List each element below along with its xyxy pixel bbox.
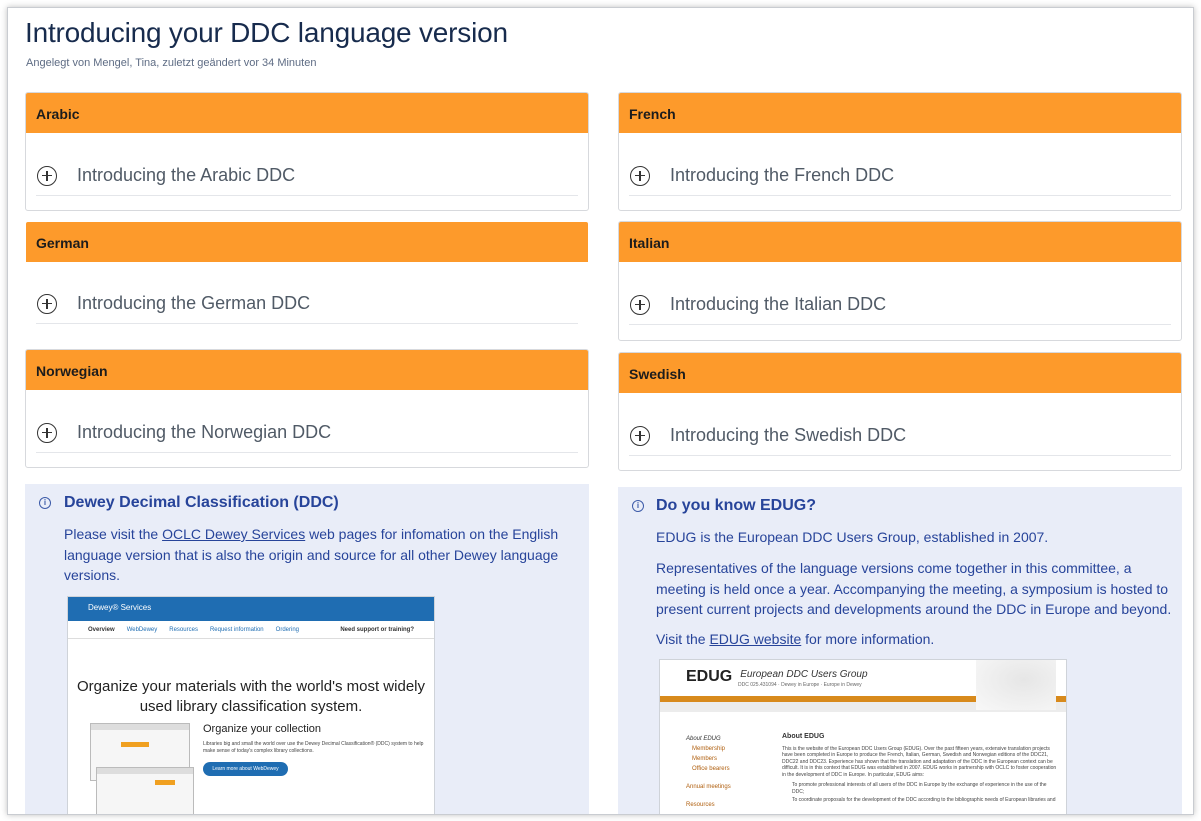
oclc-dewey-link[interactable]: OCLC Dewey Services	[162, 526, 305, 542]
plus-circle-icon	[630, 294, 650, 315]
expand-norwegian[interactable]: Introducing the Norwegian DDC	[36, 413, 578, 453]
expand-italian[interactable]: Introducing the Italian DDC	[629, 285, 1171, 325]
expand-french[interactable]: Introducing the French DDC	[629, 156, 1171, 196]
plus-circle-icon	[37, 165, 57, 186]
oclc-nav-item: Ordering	[275, 626, 299, 633]
page-byline: Angelegt von Mengel, Tina, zuletzt geänd…	[26, 57, 317, 69]
oclc-para: Libraries big and small the world over u…	[203, 741, 424, 754]
oclc-nav-item: WebDewey	[126, 626, 158, 633]
expand-arabic[interactable]: Introducing the Arabic DDC	[36, 156, 578, 196]
plus-circle-icon	[37, 422, 57, 443]
edug-nav-heading: About EDUG	[686, 736, 721, 742]
edug-tag: DDC 025.431094 · Dewey in Europe · Europ…	[738, 682, 862, 688]
info-title: Dewey Decimal Classification (DDC)	[64, 494, 339, 511]
oclc-subhead: Organize your collection	[203, 723, 322, 735]
info-panel-ddc: i Dewey Decimal Classification (DDC) Ple…	[25, 484, 589, 814]
edug-website-link[interactable]: EDUG website	[709, 631, 801, 647]
edug-nav-item: Members	[692, 756, 718, 762]
panel-arabic: Arabic Introducing the Arabic DDC	[25, 92, 589, 211]
info-text: Please visit the OCLC Dewey Services web…	[64, 524, 569, 586]
edug-left-nav: About EDUG Membership Members Office bea…	[686, 734, 731, 810]
edug-p1: EDUG is the European DDC Users Group, es…	[656, 529, 1049, 545]
info-icon: i	[39, 497, 51, 509]
expand-label: Introducing the Arabic DDC	[77, 165, 296, 185]
expand-german[interactable]: Introducing the German DDC	[36, 284, 578, 324]
info-text-part: for more information.	[801, 631, 935, 647]
edug-nav-item: Annual meetings	[686, 784, 731, 790]
edug-main-bullet: To promote professional interests of all…	[792, 782, 1047, 795]
panel-heading: French	[619, 93, 1181, 133]
oclc-nav: Overview WebDewey Resources Request info…	[68, 621, 434, 639]
panel-heading: Italian	[619, 222, 1181, 262]
expand-label: Introducing the French DDC	[670, 165, 895, 185]
expand-label: Introducing the German DDC	[77, 293, 311, 313]
edug-main-heading: About EDUG	[782, 733, 825, 740]
edug-header: EDUG European DDC Users Group DDC 025.43…	[660, 660, 1066, 710]
plus-circle-icon	[630, 165, 650, 186]
panel-heading: German	[26, 222, 588, 262]
info-text-part: Please visit the	[64, 526, 163, 542]
oclc-screenshot[interactable]: Dewey® Services Overview WebDewey Resour…	[67, 596, 435, 814]
edug-name: European DDC Users Group	[740, 669, 868, 680]
page-title: Introducing your DDC language version	[25, 17, 508, 48]
panel-german: German Introducing the German DDC	[25, 221, 589, 338]
panel-heading: Arabic	[26, 93, 588, 133]
info-panel-edug: i Do you know EDUG? EDUG is the European…	[618, 487, 1182, 814]
panel-heading: Swedish	[619, 353, 1181, 393]
panel-swedish: Swedish Introducing the Swedish DDC	[618, 352, 1182, 471]
edug-main-text: This is the website of the European DDC …	[782, 745, 1057, 778]
edug-nav-item: Resources	[686, 802, 715, 808]
europe-map-image	[976, 660, 1056, 710]
oclc-nav-item: Overview	[88, 626, 115, 633]
oclc-hero-line: used library classification system.	[139, 698, 363, 715]
oclc-brand: Dewey® Services	[68, 597, 434, 621]
panel-heading: Norwegian	[26, 350, 588, 390]
expand-swedish[interactable]: Introducing the Swedish DDC	[629, 416, 1171, 456]
oclc-nav-item: Resources	[169, 626, 198, 633]
panel-french: French Introducing the French DDC	[618, 92, 1182, 211]
edug-main: About EDUG This is the website of the Eu…	[782, 733, 1060, 804]
panel-norwegian: Norwegian Introducing the Norwegian DDC	[25, 349, 589, 468]
panel-italian: Italian Introducing the Italian DDC	[618, 221, 1182, 341]
oclc-nav-support: Need support or training?	[340, 626, 414, 633]
oclc-nav-item: Request information	[209, 626, 264, 633]
expand-label: Introducing the Norwegian DDC	[77, 422, 332, 442]
edug-logo: EDUG	[686, 668, 733, 685]
edug-p2: Representatives of the language versions…	[656, 560, 1172, 617]
plus-circle-icon	[37, 293, 57, 314]
edug-nav-item: Membership	[692, 746, 726, 752]
oclc-thumb	[96, 767, 194, 814]
info-text-part: Visit the	[656, 631, 710, 647]
oclc-hero: Organize your materials with the world's…	[68, 677, 434, 717]
expand-label: Introducing the Italian DDC	[670, 294, 887, 314]
page-frame: Introducing your DDC language version An…	[7, 7, 1194, 815]
edug-nav-item: Office bearers	[692, 766, 730, 772]
plus-circle-icon	[630, 425, 650, 446]
oclc-hero-line: Organize your materials with the world's…	[77, 678, 425, 695]
info-icon: i	[632, 500, 644, 512]
edug-screenshot[interactable]: EDUG European DDC Users Group DDC 025.43…	[659, 659, 1067, 814]
info-title: Do you know EDUG?	[656, 497, 816, 514]
edug-main-bullet: To coordinate proposals for the developm…	[792, 797, 1056, 803]
edug-p3: Visit the EDUG website for more informat…	[656, 629, 1176, 650]
expand-label: Introducing the Swedish DDC	[670, 425, 907, 445]
oclc-button: Learn more about WebDewey	[203, 762, 288, 776]
